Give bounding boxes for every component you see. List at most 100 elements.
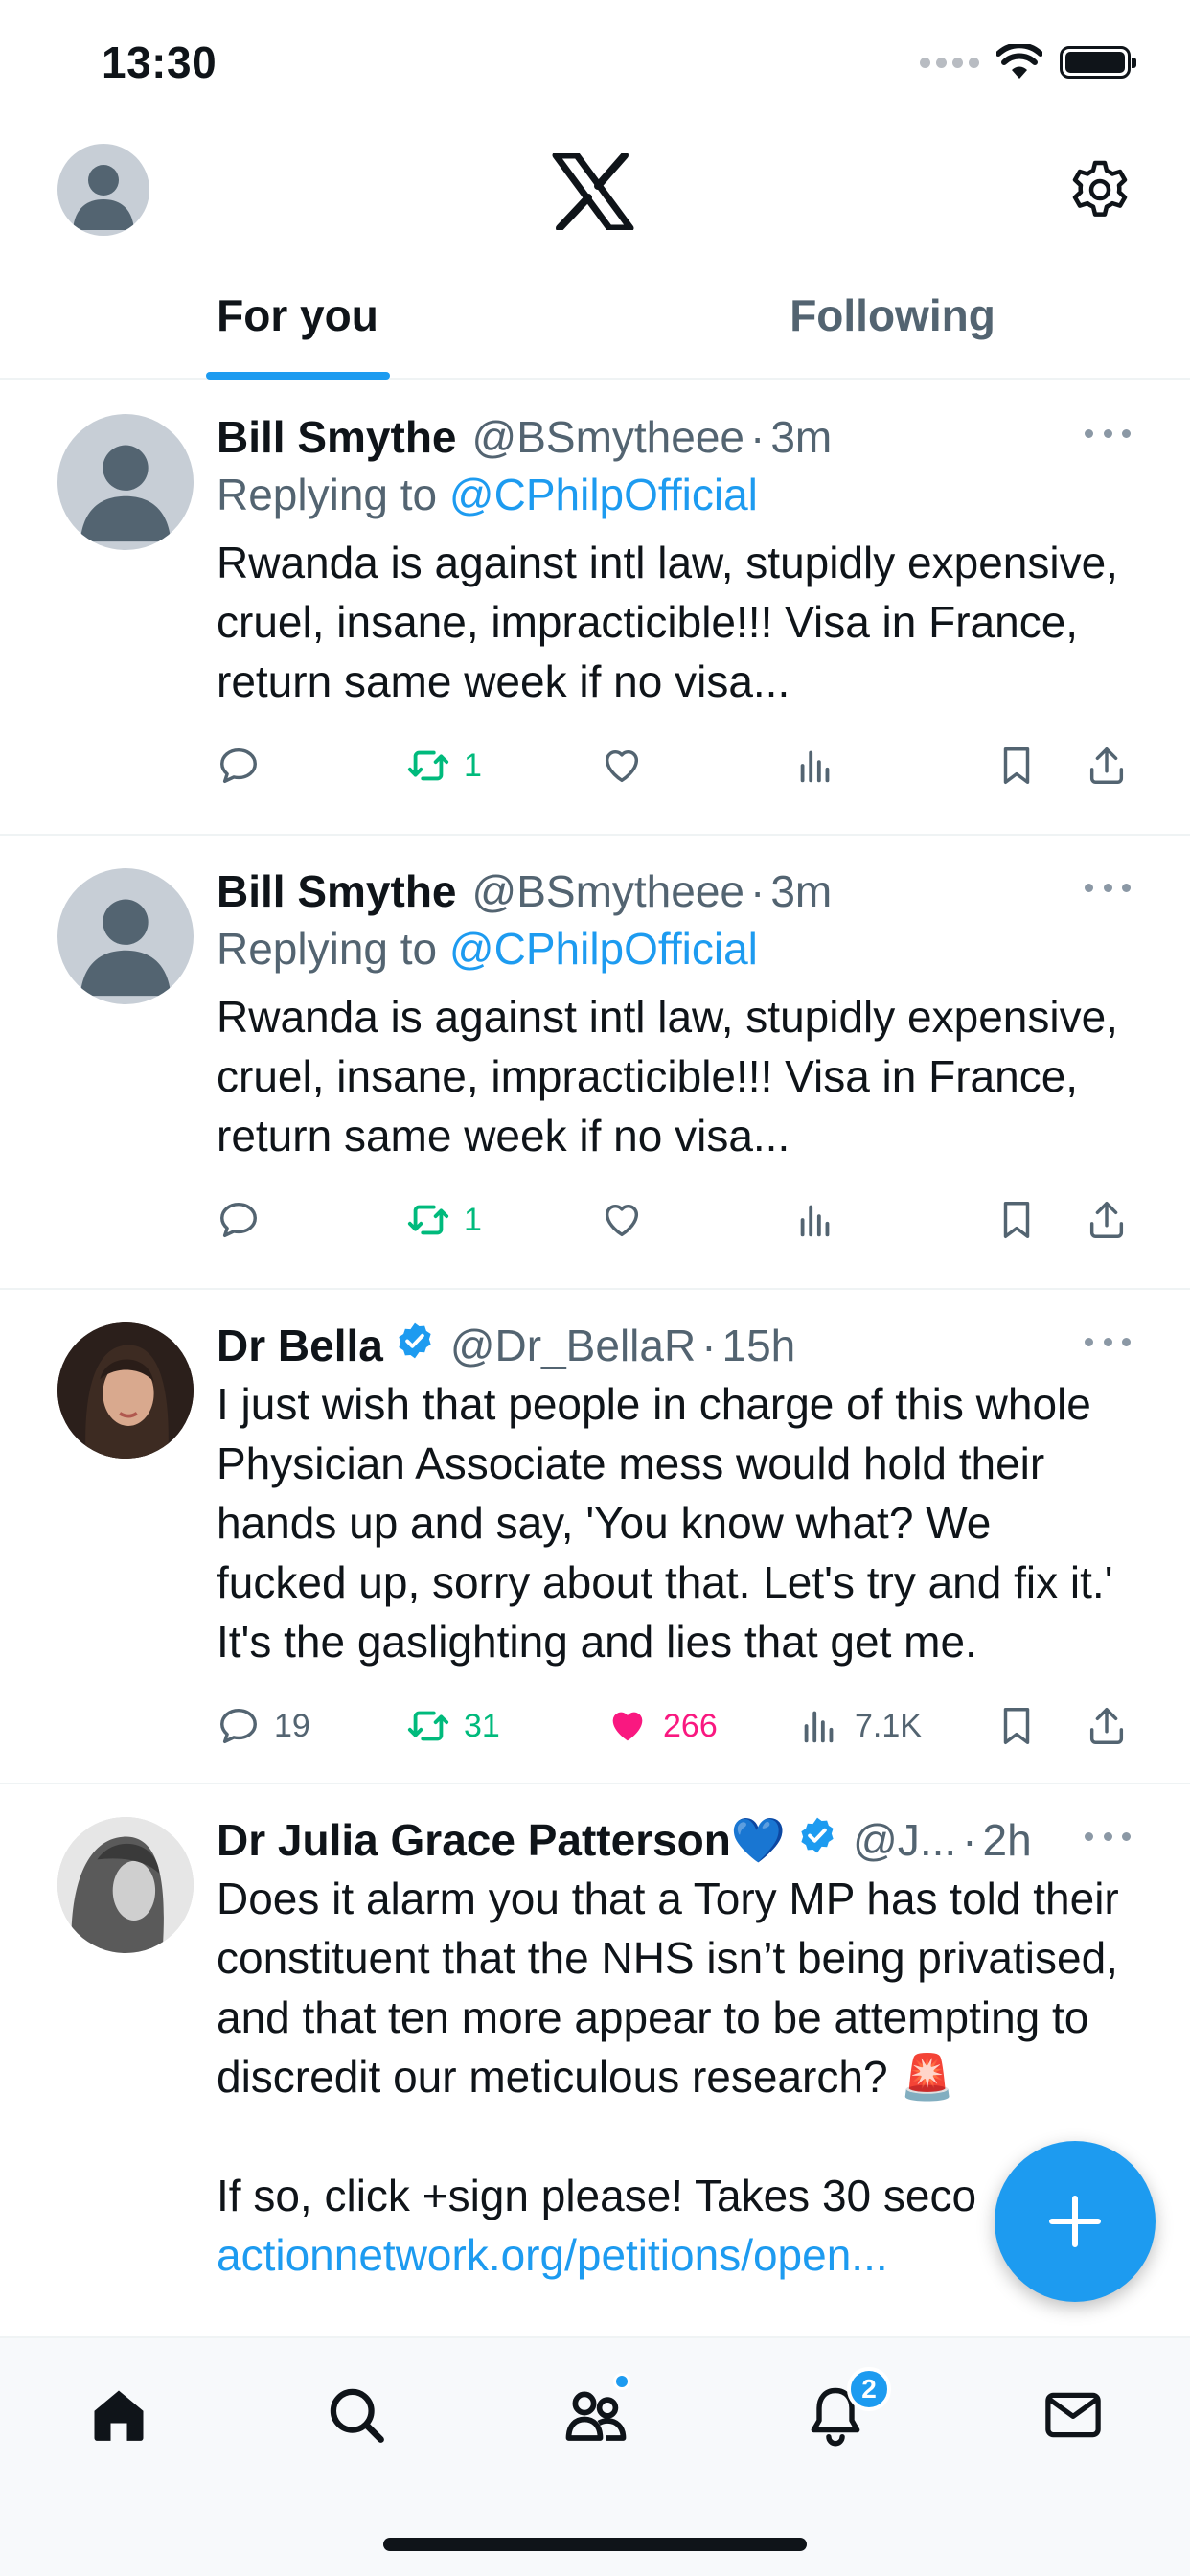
default-avatar-icon bbox=[73, 165, 134, 230]
more-options-icon[interactable] bbox=[1085, 1827, 1131, 1846]
tweet-actions: 19 31 266 7.1K bbox=[217, 1671, 1131, 1777]
tweet-actions: 1 bbox=[217, 1165, 1131, 1271]
nav-messages[interactable] bbox=[1035, 2377, 1111, 2453]
reply-icon bbox=[220, 748, 257, 784]
avatar[interactable] bbox=[57, 1322, 194, 1459]
avatar[interactable] bbox=[57, 414, 194, 550]
more-options-icon[interactable] bbox=[1085, 878, 1131, 897]
retweet-count: 1 bbox=[464, 1201, 482, 1238]
nav-communities[interactable] bbox=[558, 2373, 634, 2453]
tweet-time: 3m bbox=[770, 866, 833, 916]
more-options-icon[interactable] bbox=[1085, 1332, 1131, 1351]
timeline-tabs: For you Following bbox=[0, 278, 1190, 380]
tab-for-you[interactable]: For you bbox=[0, 278, 595, 380]
retweet-button[interactable]: 1 bbox=[406, 744, 482, 788]
author-name[interactable]: Bill Smythe bbox=[217, 864, 457, 918]
like-button[interactable]: 266 bbox=[606, 1704, 718, 1748]
author-handle[interactable]: @BSmytheee bbox=[472, 864, 745, 918]
bookmark-icon bbox=[1003, 1202, 1030, 1238]
tweet-actions: 1 bbox=[217, 711, 1131, 816]
author-handle[interactable]: @J... bbox=[853, 1813, 956, 1867]
bookmark-button[interactable] bbox=[995, 1704, 1039, 1748]
more-options-icon[interactable] bbox=[1085, 424, 1131, 443]
tweet-link[interactable]: actionnetwork.org/petitions/open... bbox=[217, 2225, 1131, 2285]
x-logo[interactable] bbox=[552, 153, 634, 230]
new-activity-dot bbox=[613, 2373, 630, 2390]
status-bar: 13:30 bbox=[0, 0, 1190, 125]
search-icon bbox=[330, 2388, 384, 2443]
wifi-icon bbox=[996, 44, 1042, 79]
status-icons bbox=[920, 44, 1136, 80]
replying-prefix: Replying to bbox=[217, 470, 449, 519]
views-button[interactable] bbox=[793, 744, 837, 788]
views-icon bbox=[800, 1205, 830, 1237]
tweet[interactable]: Dr Bella @Dr_BellaR · 15h I just wish th… bbox=[0, 1290, 1190, 1784]
author-handle[interactable]: @Dr_BellaR bbox=[450, 1319, 696, 1372]
replying-to: Replying to @CPhilpOfficial bbox=[217, 464, 1131, 525]
tweet-header: Bill Smythe @BSmytheee · 3m bbox=[217, 864, 1131, 918]
tweet[interactable]: Bill Smythe @BSmytheee · 3m Replying to … bbox=[0, 836, 1190, 1290]
verified-badge-icon bbox=[399, 1322, 431, 1359]
retweet-icon bbox=[407, 1711, 449, 1741]
bookmark-button[interactable] bbox=[995, 1198, 1039, 1242]
timeline-feed[interactable]: Bill Smythe @BSmytheee · 3m Replying to … bbox=[0, 381, 1190, 2336]
author-name[interactable]: Dr Bella bbox=[217, 1319, 383, 1372]
views-button[interactable] bbox=[793, 1198, 837, 1242]
tweet[interactable]: Bill Smythe @BSmytheee · 3m Replying to … bbox=[0, 381, 1190, 836]
verified-badge-icon bbox=[801, 1817, 834, 1853]
reply-button[interactable] bbox=[217, 1198, 261, 1242]
tweet-text: Does it alarm you that a Tory MP has tol… bbox=[217, 1874, 1119, 2220]
gear-icon[interactable] bbox=[1069, 159, 1131, 220]
active-tab-indicator bbox=[205, 372, 390, 380]
like-count: 266 bbox=[663, 1707, 718, 1744]
default-avatar-icon bbox=[80, 445, 172, 542]
views-icon bbox=[800, 750, 830, 783]
tab-label: For you bbox=[217, 290, 378, 340]
user-photo-avatar bbox=[57, 1817, 194, 1953]
retweet-button[interactable]: 1 bbox=[406, 1198, 482, 1242]
reply-button[interactable] bbox=[217, 744, 261, 788]
reply-count: 19 bbox=[274, 1707, 310, 1744]
share-button[interactable] bbox=[1085, 1198, 1129, 1242]
share-button[interactable] bbox=[1085, 744, 1129, 788]
retweet-count: 1 bbox=[464, 747, 482, 784]
user-photo-avatar bbox=[57, 1322, 194, 1459]
view-count: 7.1K bbox=[855, 1707, 922, 1744]
mention-link[interactable]: @CPhilpOfficial bbox=[449, 924, 758, 974]
nav-home[interactable] bbox=[80, 2377, 157, 2453]
like-button[interactable] bbox=[600, 744, 644, 788]
tweet-text: I just wish that people in charge of thi… bbox=[217, 1379, 1126, 1667]
share-icon bbox=[1089, 748, 1124, 784]
author-handle[interactable]: @BSmytheee bbox=[472, 410, 745, 464]
profile-avatar[interactable] bbox=[57, 144, 149, 236]
compose-button[interactable] bbox=[995, 2141, 1156, 2302]
tweet-text: Rwanda is against intl law, stupidly exp… bbox=[217, 992, 1131, 1161]
bookmark-button[interactable] bbox=[995, 744, 1039, 788]
separator: · bbox=[962, 1815, 977, 1865]
heart-filled-icon bbox=[612, 1712, 643, 1741]
reply-button[interactable]: 19 bbox=[217, 1704, 310, 1748]
tweet-header: Bill Smythe @BSmytheee · 3m bbox=[217, 410, 1131, 464]
like-button[interactable] bbox=[600, 1198, 644, 1242]
bookmark-icon bbox=[1003, 748, 1030, 784]
share-button[interactable] bbox=[1085, 1704, 1129, 1748]
communities-icon bbox=[565, 2391, 627, 2441]
mention-link[interactable]: @CPhilpOfficial bbox=[449, 470, 758, 519]
share-icon bbox=[1089, 1708, 1124, 1744]
nav-search[interactable] bbox=[318, 2377, 395, 2453]
tab-following[interactable]: Following bbox=[595, 278, 1190, 378]
plus-icon bbox=[1049, 2196, 1101, 2247]
tweet-header: Dr Julia Grace Patterson💙 @J... · 2h bbox=[217, 1813, 1131, 1867]
author-name[interactable]: Dr Julia Grace Patterson💙 bbox=[217, 1813, 786, 1867]
messages-icon bbox=[1045, 2392, 1101, 2438]
cellular-signal-icon bbox=[920, 57, 979, 68]
replying-to: Replying to @CPhilpOfficial bbox=[217, 918, 1131, 979]
views-button[interactable]: 7.1K bbox=[797, 1704, 922, 1748]
tab-label: Following bbox=[790, 290, 995, 340]
separator: · bbox=[750, 412, 766, 462]
retweet-button[interactable]: 31 bbox=[406, 1704, 500, 1748]
avatar[interactable] bbox=[57, 868, 194, 1004]
avatar[interactable] bbox=[57, 1817, 194, 1953]
author-name[interactable]: Bill Smythe bbox=[217, 410, 457, 464]
nav-notifications[interactable]: 2 bbox=[797, 2367, 891, 2453]
